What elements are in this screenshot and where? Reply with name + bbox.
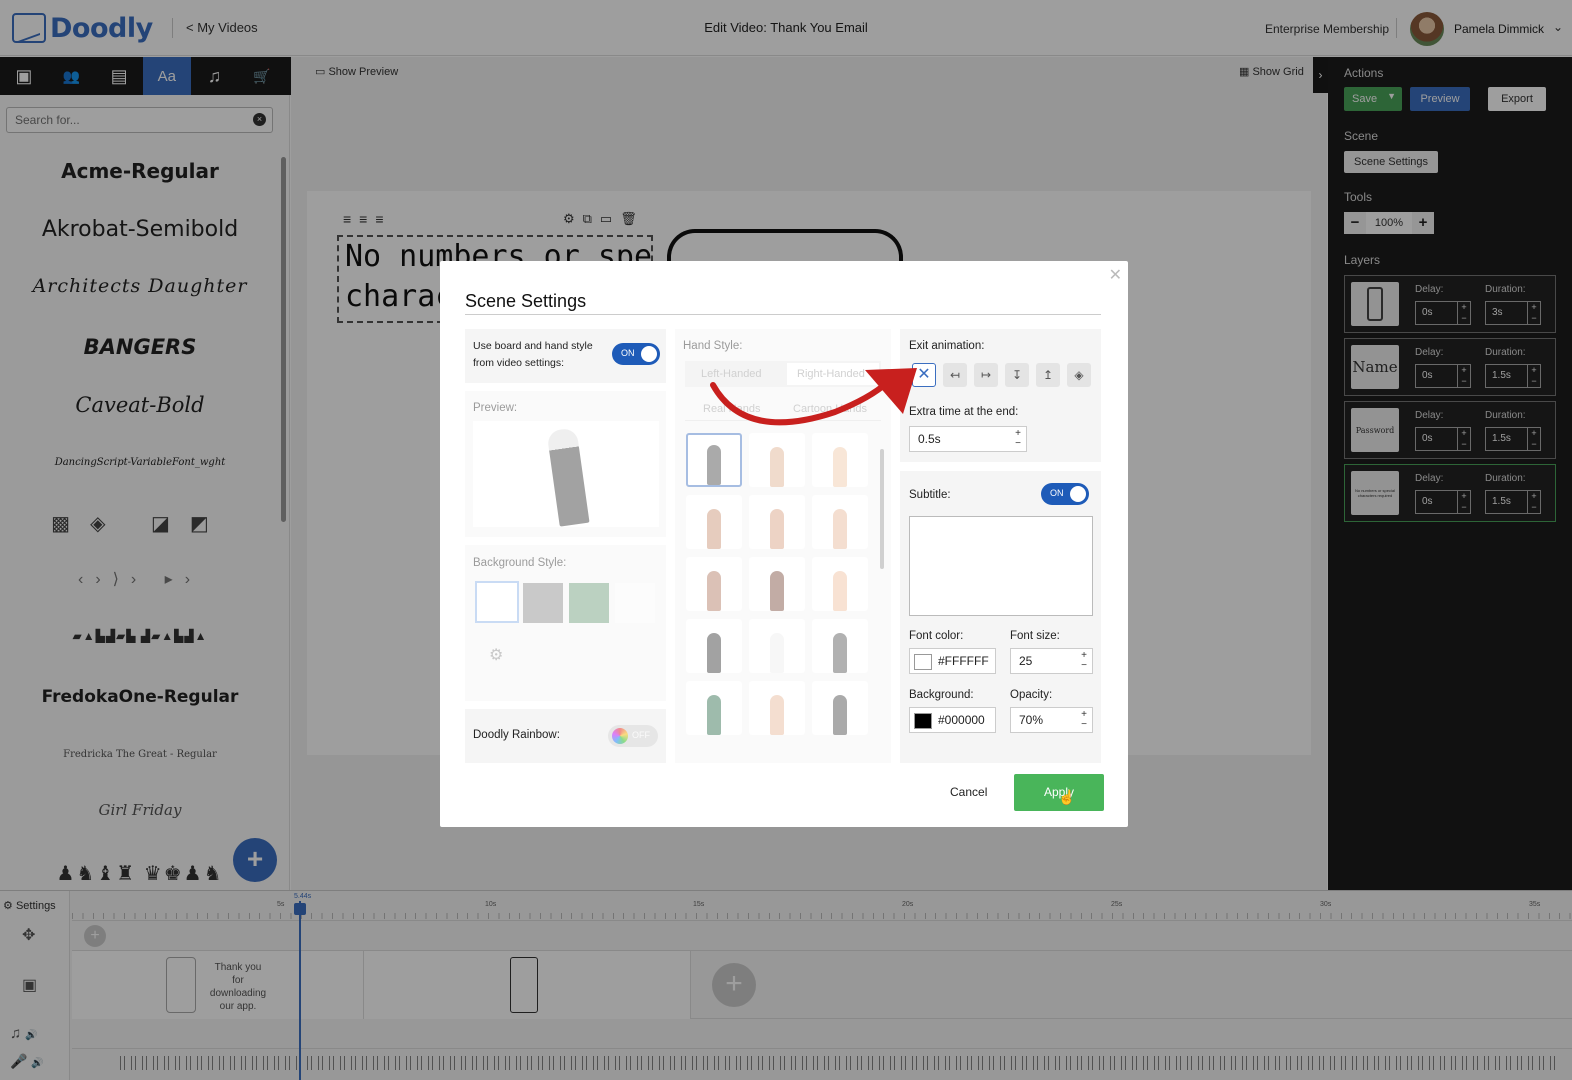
hand-icon: [707, 695, 721, 735]
hand-option[interactable]: [686, 557, 742, 611]
cancel-button[interactable]: Cancel: [950, 785, 987, 799]
hand-style-label: Hand Style:: [683, 340, 743, 352]
background-gray-swatch[interactable]: [523, 583, 563, 623]
font-color-input[interactable]: #FFFFFF: [909, 648, 996, 674]
hand-icon: [770, 509, 784, 549]
move-down-icon: ↧: [1011, 368, 1023, 382]
background-paper-swatch[interactable]: [615, 583, 655, 623]
exit-animation-label: Exit animation:: [909, 340, 985, 352]
close-icon[interactable]: ✕: [1109, 265, 1122, 285]
divider: [465, 314, 1101, 315]
hand-option[interactable]: [812, 681, 868, 735]
subtitle-toggle[interactable]: ON: [1041, 483, 1089, 505]
opacity-label: Opacity:: [1010, 689, 1053, 701]
exit-move-right-button[interactable]: ↦: [974, 363, 998, 387]
font-color-label: Font color:: [909, 630, 964, 642]
hand-option[interactable]: [812, 619, 868, 673]
toggle-knob: [1070, 486, 1086, 502]
doodly-rainbow-label: Doodly Rainbow:: [473, 729, 560, 741]
font-color-value: #FFFFFF: [938, 654, 989, 668]
hand-icon: [707, 571, 721, 611]
background-green-swatch[interactable]: [569, 583, 609, 623]
doodly-rainbow-setting: Doodly Rainbow: OFF: [465, 709, 666, 763]
hand-icon: [833, 447, 847, 487]
annotation-arrow-icon: [710, 368, 917, 426]
subtitle-textarea[interactable]: [909, 516, 1093, 616]
exit-move-left-button[interactable]: ↤: [943, 363, 967, 387]
hand-icon: [833, 571, 847, 611]
font-color-swatch[interactable]: [914, 653, 932, 670]
annotation-arrow-line: [710, 371, 898, 426]
background-color-value: #000000: [938, 713, 985, 727]
move-left-icon: ↤: [949, 368, 961, 382]
scene-settings-dialog: ✕ Scene Settings Use board and hand styl…: [440, 261, 1128, 827]
hand-icon: [770, 447, 784, 487]
hand-icon: [770, 633, 784, 673]
scrollbar[interactable]: [880, 449, 884, 569]
subtitle-label: Subtitle:: [909, 489, 951, 501]
background-style-label: Background Style:: [473, 557, 567, 569]
toggle-state: ON: [1050, 488, 1064, 498]
background-white-swatch[interactable]: [475, 581, 519, 623]
font-size-input[interactable]: 25 + −: [1010, 648, 1093, 674]
font-size-value: 25: [1019, 654, 1033, 668]
doodly-rainbow-toggle[interactable]: OFF: [608, 725, 658, 747]
background-color-input[interactable]: #000000: [909, 707, 996, 733]
hand-option[interactable]: [749, 495, 805, 549]
hand-icon: [770, 695, 784, 735]
exit-erase-button[interactable]: ◈: [1067, 363, 1091, 387]
hand-preview-image: [546, 427, 590, 527]
use-board-label: Use board and hand style from video sett…: [473, 340, 593, 369]
opacity-stepper[interactable]: + −: [1078, 710, 1090, 730]
hand-cursor-icon: ☝: [1058, 789, 1076, 805]
hand-icon: [770, 571, 784, 611]
hand-option[interactable]: [812, 495, 868, 549]
move-right-icon: ↦: [980, 368, 992, 382]
exit-move-up-button[interactable]: ↥: [1036, 363, 1060, 387]
gear-icon[interactable]: ⚙: [489, 645, 503, 665]
hand-icon: [833, 509, 847, 549]
rainbow-icon: [612, 728, 628, 744]
font-size-stepper[interactable]: + −: [1078, 651, 1090, 671]
move-up-icon: ↥: [1042, 368, 1054, 382]
opacity-value: 70%: [1019, 713, 1044, 727]
hand-icon: [833, 695, 847, 735]
subtitle-section: Subtitle: ON Font color: Font size: #FFF…: [900, 471, 1101, 763]
extra-time-stepper[interactable]: + −: [1012, 429, 1024, 449]
toggle-state: OFF: [632, 730, 650, 740]
hand-icon: [707, 445, 721, 485]
background-style-section: Background Style: ⚙: [465, 545, 666, 701]
hand-icon: [707, 509, 721, 549]
hand-option[interactable]: [686, 681, 742, 735]
dialog-title: Scene Settings: [465, 291, 587, 311]
hand-option[interactable]: [749, 681, 805, 735]
hand-icon: [707, 633, 721, 673]
eraser-icon: ◈: [1074, 368, 1084, 382]
hand-option[interactable]: [812, 557, 868, 611]
background-label: Background:: [909, 689, 974, 701]
hand-icon: [833, 633, 847, 673]
hand-option[interactable]: [749, 557, 805, 611]
hand-option[interactable]: [686, 495, 742, 549]
font-size-label: Font size:: [1010, 630, 1060, 642]
background-color-swatch[interactable]: [914, 712, 932, 729]
preview-label: Preview:: [473, 402, 518, 414]
exit-move-down-button[interactable]: ↧: [1005, 363, 1029, 387]
opacity-input[interactable]: 70% + −: [1010, 707, 1093, 733]
hand-option[interactable]: [749, 619, 805, 673]
hand-option[interactable]: [686, 619, 742, 673]
